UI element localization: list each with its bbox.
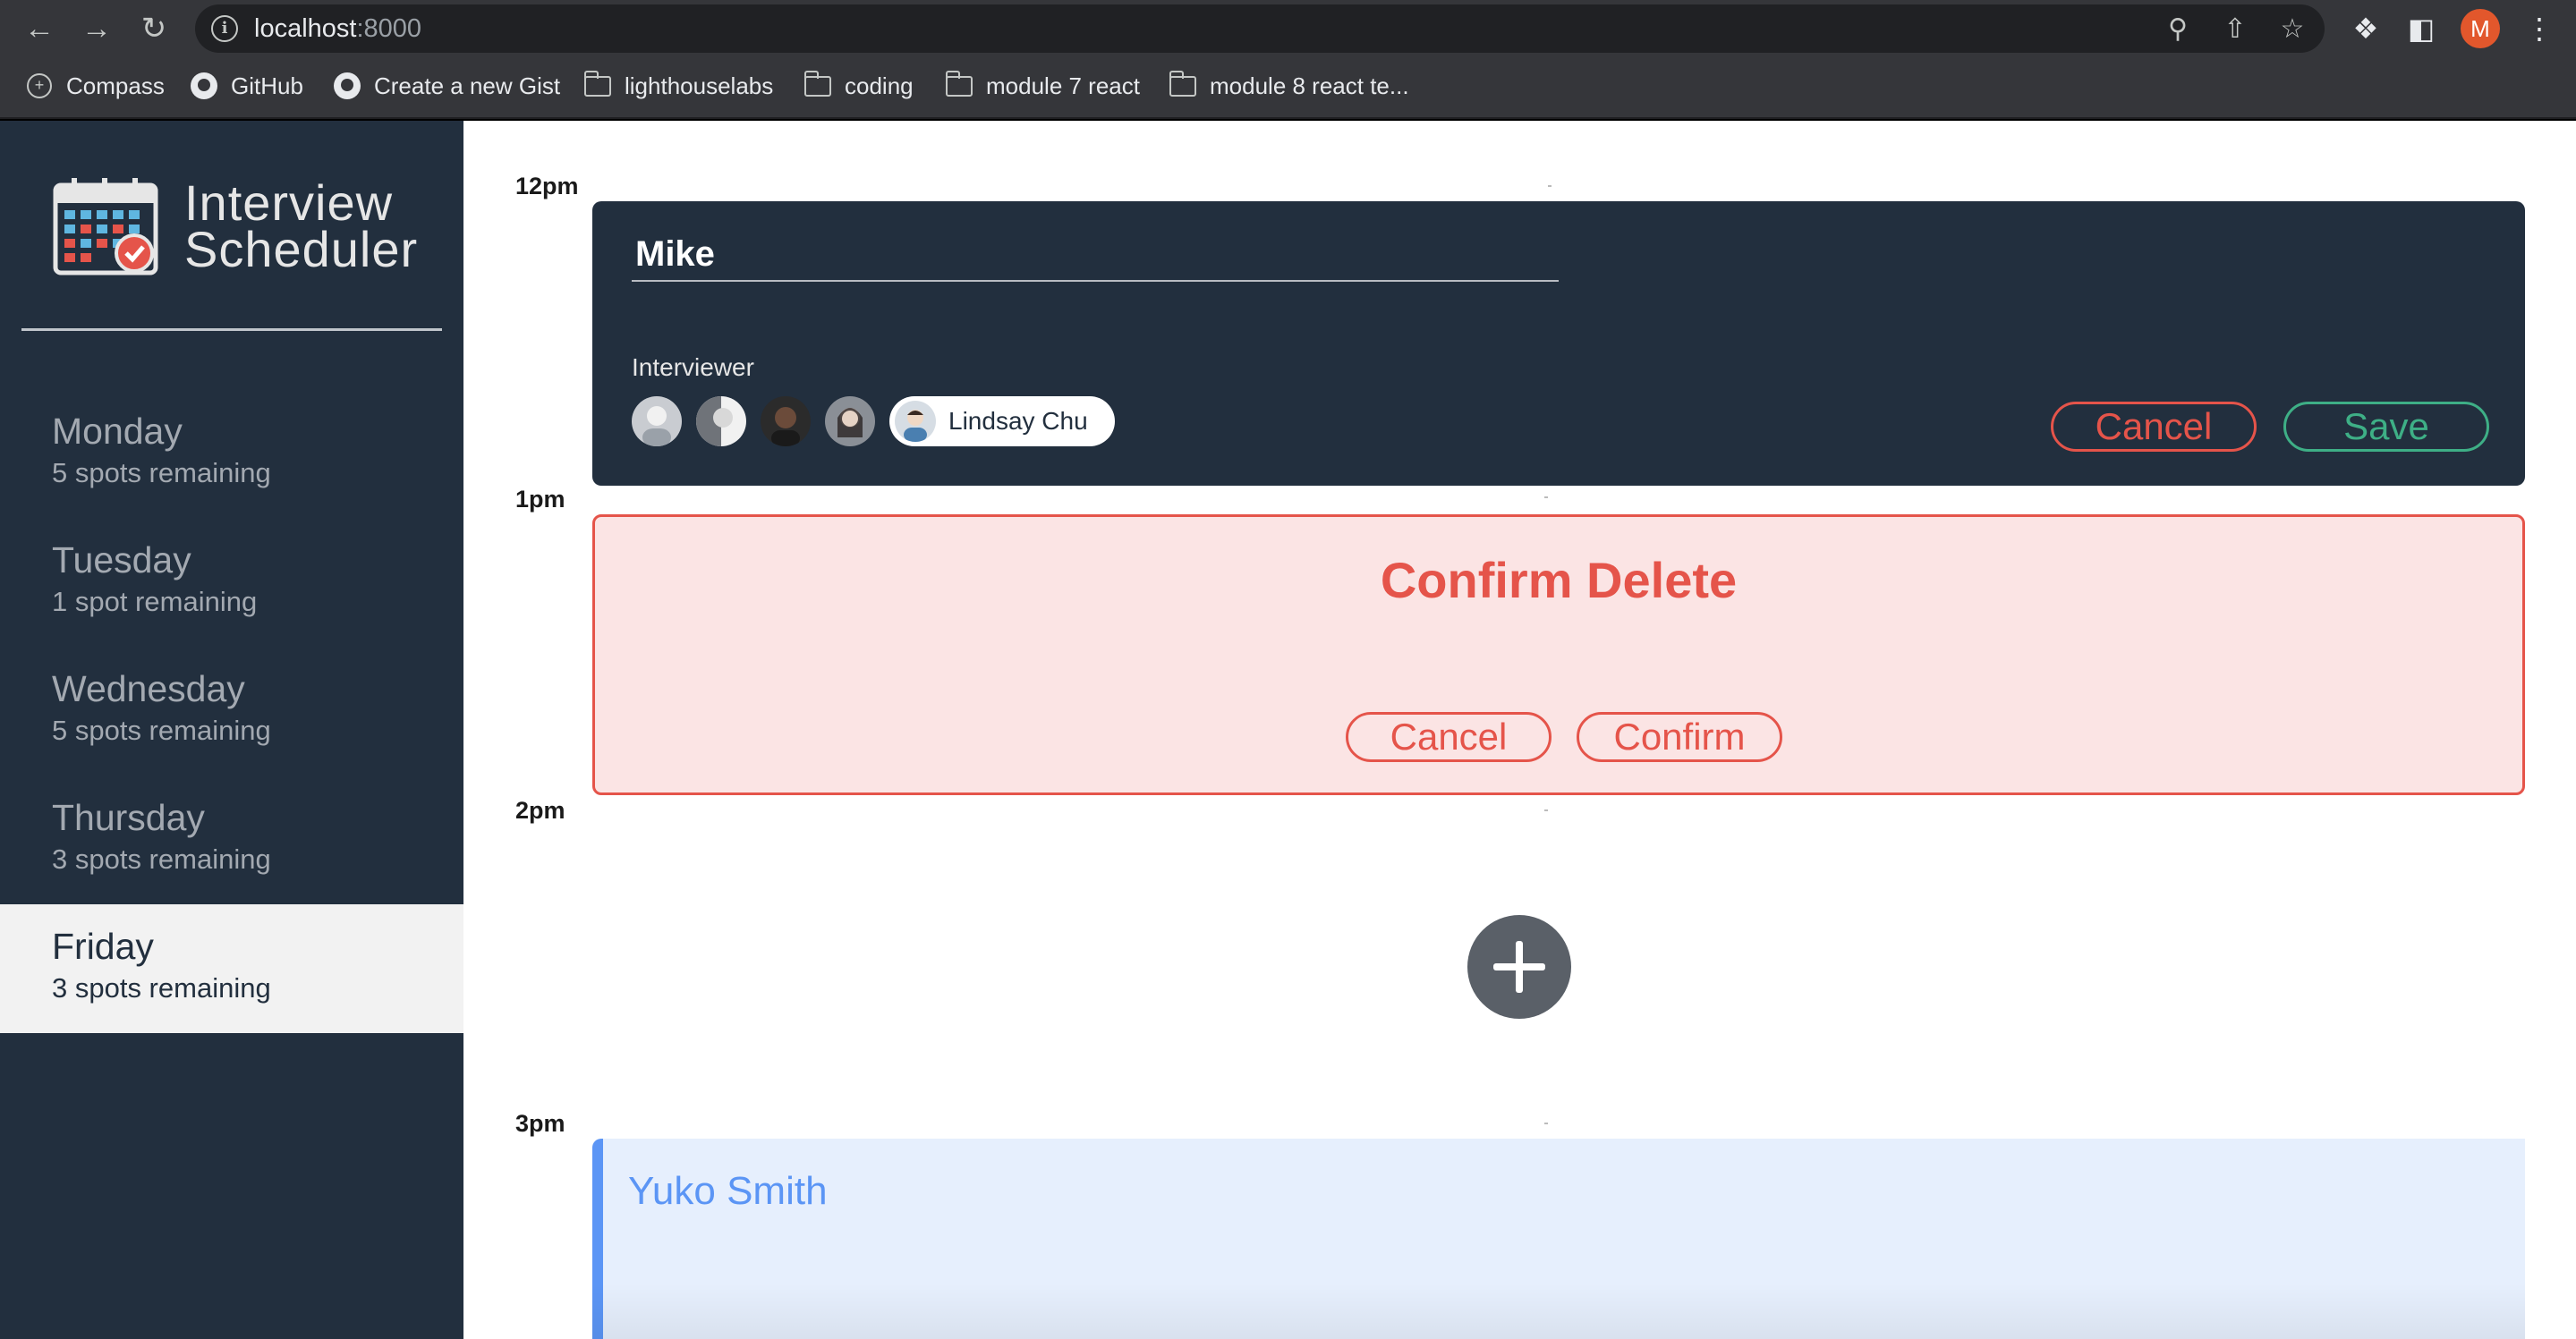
day-item-monday[interactable]: Monday 5 spots remaining [0, 389, 463, 518]
student-name-input[interactable] [632, 228, 1559, 282]
bookmark-star-icon[interactable]: ☆ [2274, 12, 2310, 47]
confirm-cancel-button[interactable]: Cancel [1346, 712, 1552, 762]
confirm-button[interactable]: Confirm [1577, 712, 1782, 762]
github-icon [190, 72, 218, 100]
folder-icon [803, 70, 832, 100]
profile-avatar[interactable]: M [2461, 9, 2500, 48]
folder-icon [1169, 70, 1197, 100]
compass-icon: + [25, 72, 54, 100]
bookmark-coding[interactable]: coding [803, 66, 914, 106]
forward-arrow-icon[interactable]: → [77, 9, 116, 48]
bookmark-compass[interactable]: + Compass [25, 66, 165, 106]
student-name: Yuko Smith [628, 1169, 828, 1213]
cancel-button[interactable]: Cancel [2051, 402, 2257, 452]
bookmark-create-gist[interactable]: Create a new Gist [333, 66, 560, 106]
interviewer-selected[interactable]: Lindsay Chu [889, 396, 1115, 446]
time-label-1pm: 1pm [515, 486, 565, 513]
selected-interviewer-name: Lindsay Chu [948, 407, 1088, 435]
day-item-thursday[interactable]: Thursday 3 spots remaining [0, 775, 463, 904]
site-info-icon[interactable]: i [211, 15, 238, 42]
menu-kebab-icon[interactable]: ⋮ [2521, 11, 2557, 47]
calendar-logo-icon [53, 178, 158, 275]
share-icon[interactable]: ⇧ [2217, 12, 2253, 47]
bookmark-github[interactable]: GitHub [190, 66, 303, 106]
time-label-12pm: 12pm [515, 173, 579, 199]
folder-icon [945, 70, 973, 100]
confirm-delete-card: Confirm Delete Cancel Confirm [592, 514, 2525, 795]
bookmark-module-8-react[interactable]: module 8 react te... [1169, 66, 1409, 106]
separator-tick [1544, 1123, 1548, 1124]
side-panel-icon[interactable]: ◧ [2403, 11, 2439, 47]
add-appointment-icon[interactable] [1467, 915, 1571, 1019]
interviewer-avatar[interactable] [696, 396, 746, 446]
save-button[interactable]: Save [2283, 402, 2489, 452]
separator-tick [1548, 185, 1552, 187]
time-label-3pm: 3pm [515, 1110, 565, 1137]
github-icon [333, 72, 361, 100]
confirm-title: Confirm Delete [1380, 552, 1738, 608]
folder-icon [583, 70, 612, 100]
day-list: Monday 5 spots remaining Tuesday 1 spot … [0, 389, 463, 1033]
separator-tick [1544, 809, 1548, 811]
browser-chrome: ← → ↻ i localhost:8000 ⚲ ⇧ ☆ ❖ ◧ M ⋮ + C… [0, 0, 2576, 119]
back-arrow-icon[interactable]: ← [20, 9, 59, 48]
url-text[interactable]: localhost:8000 [254, 14, 421, 44]
separator-tick [1544, 496, 1548, 498]
extensions-icon[interactable]: ❖ [2348, 11, 2384, 47]
sidebar: Interview Scheduler Monday 5 spots remai… [0, 121, 463, 1339]
day-item-friday[interactable]: Friday 3 spots remaining [0, 904, 463, 1033]
zoom-icon[interactable]: ⚲ [2160, 12, 2196, 47]
reload-icon[interactable]: ↻ [134, 9, 174, 48]
schedule: 12pm 1pm 2pm 3pm Interviewer [463, 121, 2576, 1339]
time-label-2pm: 2pm [515, 797, 565, 824]
bookmark-lighthouselabs[interactable]: lighthouselabs [583, 66, 773, 106]
app: Interview Scheduler Monday 5 spots remai… [0, 121, 2576, 1339]
address-bar[interactable]: i localhost:8000 ⚲ ⇧ ☆ [195, 4, 2325, 53]
interviewer-avatar [895, 401, 936, 442]
day-item-tuesday[interactable]: Tuesday 1 spot remaining [0, 518, 463, 647]
bottom-fade [592, 1284, 2525, 1339]
interviewer-avatar[interactable] [632, 396, 682, 446]
interviewer-avatar[interactable] [825, 396, 875, 446]
bookmark-module-7-react[interactable]: module 7 react [945, 66, 1140, 106]
interviewer-list: Lindsay Chu [632, 396, 1115, 446]
day-item-wednesday[interactable]: Wednesday 5 spots remaining [0, 647, 463, 775]
bookmarks-bar: + Compass GitHub Create a new Gist light… [0, 66, 2576, 106]
app-brand: Interview Scheduler [184, 174, 419, 277]
interviewer-avatar[interactable] [761, 396, 811, 446]
sidebar-divider [21, 328, 442, 331]
interviewer-label: Interviewer [632, 353, 754, 381]
appointment-form: Interviewer Lindsay Chu [592, 201, 2525, 486]
